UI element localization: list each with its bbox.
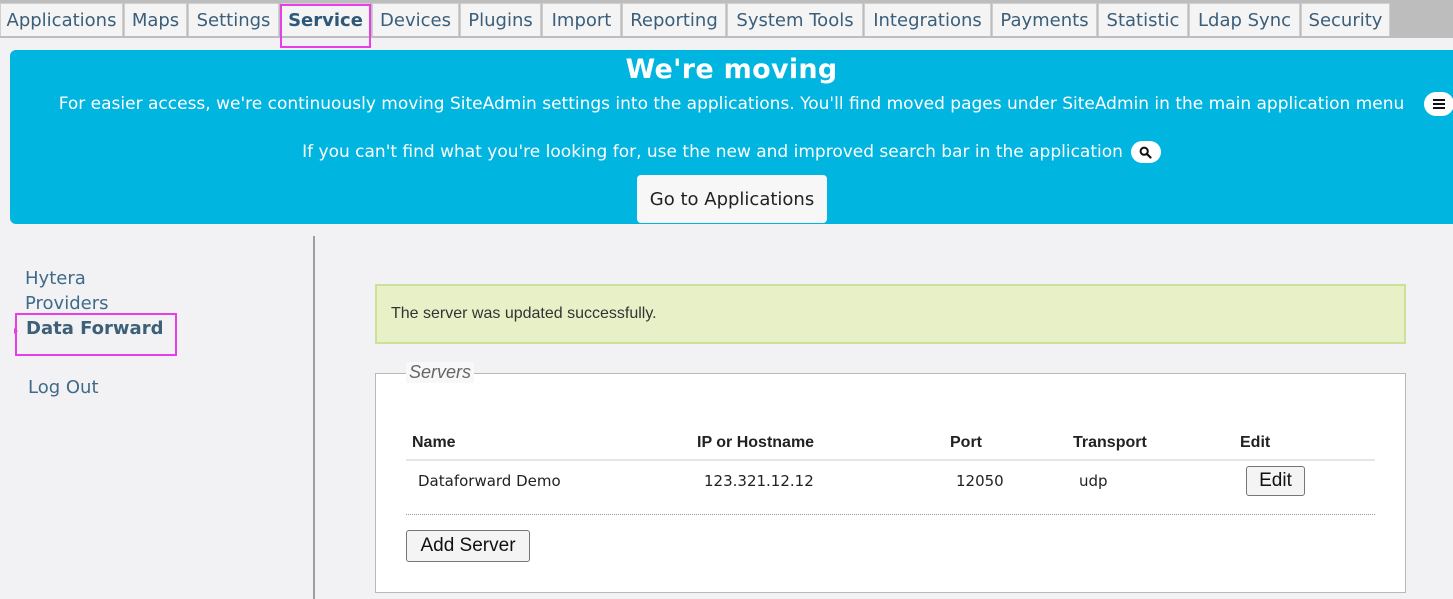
- tab-payments[interactable]: Payments: [992, 3, 1097, 36]
- go-to-applications-button[interactable]: Go to Applications: [637, 175, 827, 223]
- tab-ldap-sync[interactable]: Ldap Sync: [1189, 3, 1300, 36]
- tab-plugins[interactable]: Plugins: [460, 3, 541, 36]
- tab-service[interactable]: Service: [281, 3, 370, 36]
- column-header-edit: Edit: [1240, 434, 1271, 451]
- sidebar-item-providers[interactable]: Providers: [25, 293, 109, 314]
- servers-legend: Servers: [406, 362, 475, 383]
- sidebar-item-data-forward[interactable]: Data Forward: [26, 318, 163, 339]
- server-port-cell: 12050: [956, 472, 1004, 490]
- sidebar-item-log-out[interactable]: Log Out: [28, 377, 99, 398]
- search-icon: [1130, 141, 1161, 163]
- tab-settings[interactable]: Settings: [188, 3, 279, 36]
- server-name-cell: Dataforward Demo: [418, 472, 561, 490]
- tab-security[interactable]: Security: [1301, 3, 1390, 36]
- banner-title: We're moving: [625, 54, 838, 85]
- top-tab-bar: Applications Maps Settings Service Devic…: [0, 0, 1453, 38]
- hamburger-menu-icon[interactable]: [1424, 92, 1453, 116]
- server-host-cell: 123.321.12.12: [704, 472, 814, 490]
- banner-search-hint-text: If you can't find what you're looking fo…: [302, 142, 1123, 162]
- banner-message: For easier access, we're continuously mo…: [58, 94, 1405, 114]
- add-server-button[interactable]: Add Server: [406, 530, 530, 562]
- column-header-name: Name: [412, 434, 456, 451]
- tab-devices[interactable]: Devices: [372, 3, 459, 36]
- sidebar-divider: [313, 236, 315, 599]
- tab-reporting[interactable]: Reporting: [622, 3, 726, 36]
- table-header-divider: [406, 459, 1375, 461]
- column-header-transport: Transport: [1073, 434, 1147, 451]
- edit-server-button[interactable]: Edit: [1246, 466, 1305, 496]
- tab-applications[interactable]: Applications: [0, 3, 123, 36]
- column-header-port: Port: [950, 434, 982, 451]
- banner-search-hint: If you can't find what you're looking fo…: [10, 140, 1453, 164]
- success-message: The server was updated successfully.: [375, 284, 1406, 344]
- tab-integrations[interactable]: Integrations: [864, 3, 991, 36]
- tab-import[interactable]: Import: [542, 3, 621, 36]
- server-transport-cell: udp: [1079, 472, 1108, 490]
- tab-maps[interactable]: Maps: [124, 3, 187, 36]
- tab-statistic[interactable]: Statistic: [1098, 3, 1188, 36]
- tab-system-tools[interactable]: System Tools: [727, 3, 863, 36]
- moving-banner: We're moving For easier access, we're co…: [10, 50, 1453, 224]
- table-row-divider: [406, 514, 1375, 515]
- column-header-host: IP or Hostname: [697, 434, 815, 451]
- sidebar-item-hytera[interactable]: Hytera: [25, 268, 86, 289]
